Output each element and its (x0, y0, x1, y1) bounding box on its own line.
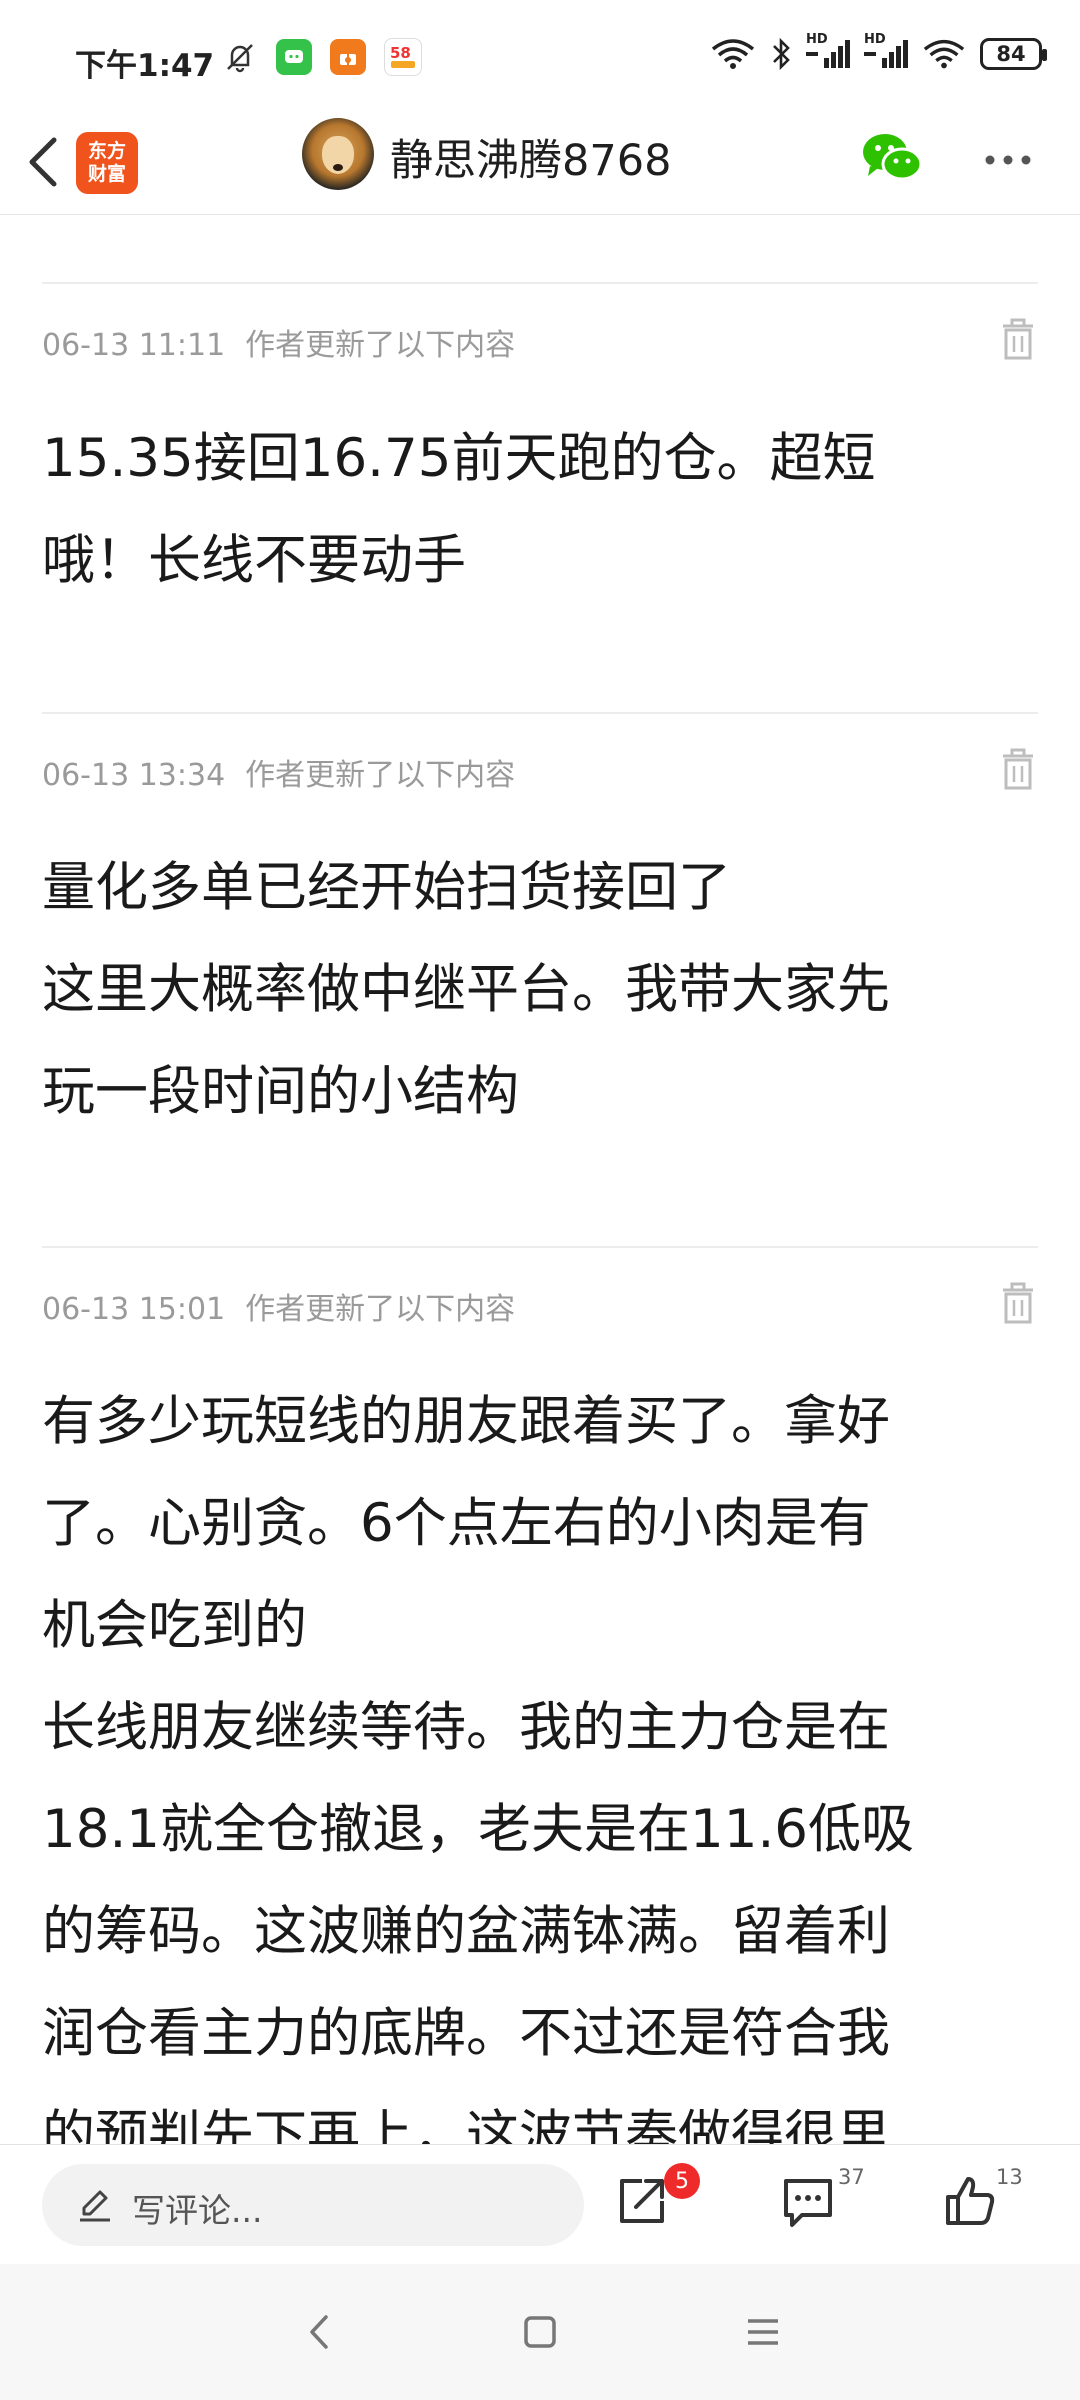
content-line: 的筹码。这波赚的盆满钵满。留着利 (42, 1901, 890, 1962)
share-icon[interactable] (612, 2171, 672, 2231)
post-time: 06-13 11:11 (42, 328, 226, 363)
signal-1: HD (806, 32, 850, 72)
back-icon[interactable] (18, 132, 68, 192)
content-line: 长线朋友继续等待。我的主力仓是在 (42, 1697, 890, 1758)
gift-app-icon (330, 39, 366, 75)
content-line: 了。心别贪。6个点左右的小肉是有 (42, 1493, 871, 1554)
nav-back-icon[interactable] (296, 2309, 346, 2355)
battery-level: 84 (996, 42, 1026, 66)
message-app-icon (276, 39, 312, 75)
brand-logo-text: 东方财富 (87, 140, 126, 185)
post-time: 06-13 15:01 (42, 1292, 226, 1327)
pencil-icon (80, 2190, 110, 2222)
nav-home-icon[interactable] (515, 2309, 565, 2355)
content-line: 有多少玩短线的朋友跟着买了。拿好 (42, 1391, 890, 1452)
signal-2: HD (864, 32, 908, 72)
svg-text:58: 58 (390, 44, 411, 62)
content-line: 玩一段时间的小结构 (42, 1061, 519, 1122)
content-line: 润仓看主力的底牌。不过还是符合我 (42, 2003, 890, 2064)
status-bar: 下午1:47 58 HD HD 84 (0, 0, 1080, 110)
signal-icon (864, 40, 908, 68)
status-app-icons: 58 (222, 38, 422, 76)
post-note: 作者更新了以下内容 (245, 1292, 516, 1327)
signal-icon (806, 40, 850, 68)
share-badge: 5 (664, 2163, 700, 2199)
post-meta: 06-13 15:01 作者更新了以下内容 (42, 1284, 515, 1328)
content-line: 18.1就全仓撤退，老夫是在11.6低吸 (42, 1799, 915, 1860)
bluetooth-icon (773, 37, 790, 71)
like-count: 13 (996, 2165, 1023, 2189)
58-app-icon: 58 (384, 38, 422, 76)
status-time: 下午1:47 (75, 48, 215, 84)
comment-input[interactable]: 写评论... (42, 2164, 584, 2246)
post-content: 量化多单已经开始扫货接回了 这里大概率做中继平台。我带大家先 玩一段时间的小结构 (42, 837, 1042, 1143)
content-line: 15.35接回16.75前天跑的仓。超短 (42, 428, 876, 489)
content-line: 这里大概率做中继平台。我带大家先 (42, 959, 890, 1020)
content-line: 的预判先下再上，这波节奏做得很里 (42, 2105, 890, 2144)
post-meta: 06-13 11:11 作者更新了以下内容 (42, 320, 515, 364)
content-line: 机会吃到的 (42, 1595, 307, 1656)
post-note: 作者更新了以下内容 (245, 758, 516, 793)
comment-placeholder: 写评论... (132, 2191, 263, 2230)
divider (42, 712, 1038, 714)
post-meta: 06-13 13:34 作者更新了以下内容 (42, 750, 515, 794)
more-icon[interactable] (980, 140, 1036, 180)
wifi-icon (711, 39, 755, 69)
comment-count: 37 (838, 2165, 865, 2189)
post-feed[interactable]: 06-13 11:11 作者更新了以下内容 15.35接回16.75前天跑的仓。超… (0, 214, 1080, 2144)
bottom-action-bar: 写评论... 5 37 13 (0, 2144, 1080, 2265)
wifi-icon (923, 39, 965, 69)
battery-icon: 84 (980, 38, 1047, 70)
nav-menu-icon[interactable] (738, 2309, 788, 2355)
post-content: 15.35接回16.75前天跑的仓。超短 哦！长线不要动手 (42, 408, 1042, 612)
trash-icon[interactable] (1000, 318, 1036, 360)
brand-logo[interactable]: 东方财富 (76, 132, 138, 194)
post-time: 06-13 13:34 (42, 758, 226, 793)
post-note: 作者更新了以下内容 (245, 328, 516, 363)
wechat-icon[interactable] (860, 130, 924, 186)
status-right-icons: HD HD 84 (710, 32, 1047, 72)
content-line: 哦！长线不要动手 (42, 530, 466, 591)
bell-off-icon (227, 44, 253, 73)
divider (42, 282, 1038, 284)
comment-icon[interactable] (778, 2171, 838, 2231)
content-line: 量化多单已经开始扫货接回了 (42, 857, 731, 918)
like-icon[interactable] (940, 2171, 1000, 2231)
system-nav-bar (0, 2264, 1080, 2400)
author-name[interactable]: 静思沸腾8768 (390, 126, 671, 188)
trash-icon[interactable] (1000, 748, 1036, 790)
post-content: 有多少玩短线的朋友跟着买了。拿好 了。心别贪。6个点左右的小肉是有 机会吃到的 … (42, 1371, 1042, 2144)
avatar[interactable] (302, 118, 374, 190)
trash-icon[interactable] (1000, 1282, 1036, 1324)
divider (42, 1246, 1038, 1248)
app-header: 东方财富 静思沸腾8768 (0, 110, 1080, 215)
